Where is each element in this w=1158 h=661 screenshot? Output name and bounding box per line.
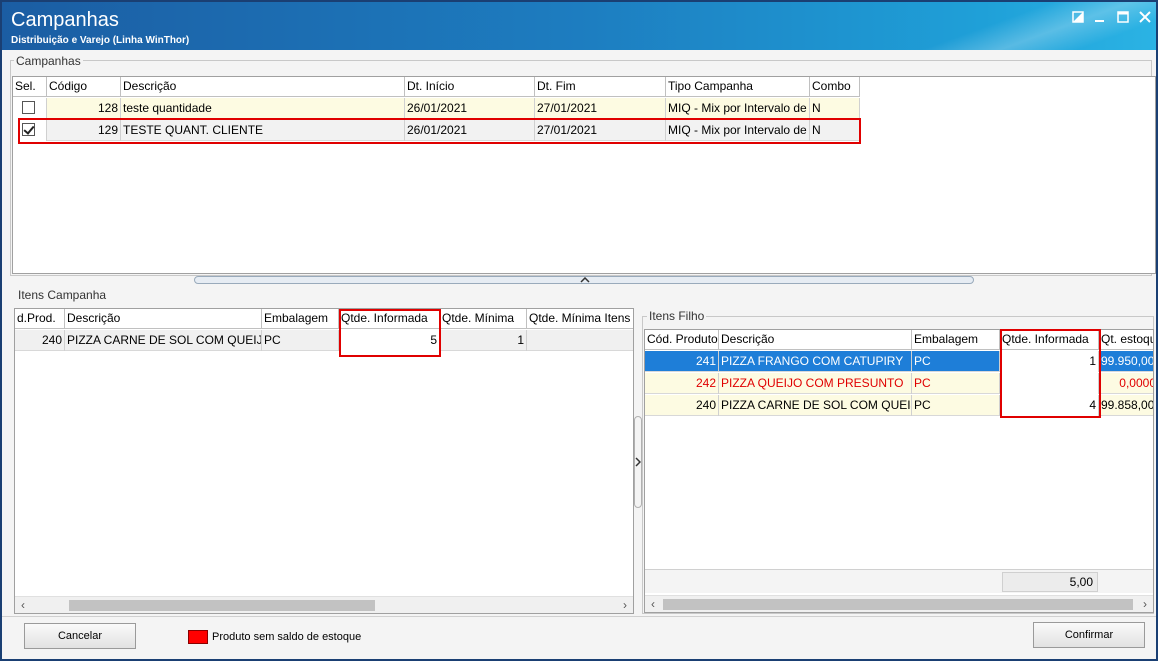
- cell-cod-produto: 241: [645, 351, 719, 372]
- cell-qtde-informada[interactable]: 1: [1000, 351, 1099, 372]
- total-qtde-informada: 5,00: [1002, 572, 1098, 592]
- itens-filho-label: Itens Filho: [647, 309, 707, 323]
- itens-campanha-label: Itens Campanha: [16, 288, 109, 302]
- cell-embalagem: PC: [912, 373, 1000, 394]
- table-row[interactable]: 128 teste quantidade 26/01/2021 27/01/20…: [13, 98, 860, 119]
- row-checkbox-cell[interactable]: [13, 120, 47, 141]
- footer-divider: [2, 616, 1156, 617]
- confirm-button[interactable]: Confirmar: [1033, 622, 1145, 648]
- col-combo[interactable]: Combo: [810, 77, 860, 97]
- cell-qt-estoque: 99.950,00: [1099, 351, 1153, 372]
- cell-descricao: teste quantidade: [121, 98, 405, 119]
- table-row-selected[interactable]: 241 PIZZA FRANGO COM CATUPIRY PC 1 99.95…: [645, 351, 1153, 372]
- cell-qtde-informada[interactable]: 4: [1000, 395, 1099, 416]
- cell-qtde-informada[interactable]: [1000, 373, 1099, 394]
- campanhas-grid: Sel. Código Descrição Dt. Início Dt. Fim…: [12, 76, 1156, 274]
- col-descricao[interactable]: Descrição: [121, 77, 405, 97]
- cell-descricao: TESTE QUANT. CLIENTE: [121, 120, 405, 141]
- maximize-icon[interactable]: [1115, 10, 1131, 26]
- cell-combo: N: [810, 98, 860, 119]
- cell-cod-produto: 240: [645, 395, 719, 416]
- checkbox[interactable]: [22, 101, 35, 114]
- col-descricao[interactable]: Descrição: [65, 309, 262, 329]
- col-qtde-minima-itens[interactable]: Qtde. Mínima Itens: [527, 309, 633, 329]
- cell-codigo: 129: [47, 120, 121, 141]
- cell-tipo: MIQ - Mix por Intervalo de: [666, 98, 810, 119]
- col-embalagem[interactable]: Embalagem: [912, 330, 1000, 350]
- window-title: Campanhas: [11, 9, 119, 31]
- itens-campanha-grid: d.Prod. Descrição Embalagem Qtde. Inform…: [14, 308, 634, 614]
- cell-qtde-minima: 1: [440, 330, 527, 351]
- cell-dt-inicio: 26/01/2021: [405, 98, 535, 119]
- cell-qtde-informada[interactable]: 5: [339, 330, 440, 351]
- table-row[interactable]: 242 PIZZA QUEIJO COM PRESUNTO PC 0,0000: [645, 373, 1153, 394]
- cell-cod-prod: 240: [15, 330, 65, 351]
- row-checkbox-cell[interactable]: [13, 98, 47, 119]
- chevron-left-icon[interactable]: ‹: [15, 597, 31, 613]
- table-row[interactable]: 240 PIZZA CARNE DE SOL COM QUEIJO PC 5 1: [15, 330, 633, 351]
- itens-campanha-scrollbar[interactable]: ‹ ›: [15, 596, 633, 613]
- vertical-splitter[interactable]: [634, 416, 642, 508]
- chevron-up-icon: [580, 277, 590, 283]
- cell-codigo: 128: [47, 98, 121, 119]
- chevron-right-icon[interactable]: ›: [617, 597, 633, 613]
- table-row[interactable]: 240 PIZZA CARNE DE SOL COM QUEIJO PC 4 9…: [645, 395, 1153, 416]
- cell-dt-fim: 27/01/2021: [535, 98, 666, 119]
- cell-descricao: PIZZA CARNE DE SOL COM QUEIJO: [719, 395, 912, 416]
- cell-qt-estoque: 0,0000: [1099, 373, 1153, 394]
- col-qtde-informada[interactable]: Qtde. Informada: [339, 309, 440, 329]
- col-qt-estoque[interactable]: Qt. estoque: [1099, 330, 1153, 350]
- col-cod-prod[interactable]: d.Prod.: [15, 309, 65, 329]
- minimize-icon[interactable]: [1092, 10, 1108, 26]
- horizontal-splitter[interactable]: [194, 276, 974, 284]
- cell-combo: N: [810, 120, 860, 141]
- col-descricao[interactable]: Descrição: [719, 330, 912, 350]
- cell-descricao: PIZZA CARNE DE SOL COM QUEIJO: [65, 330, 262, 351]
- col-qtde-minima[interactable]: Qtde. Mínima: [440, 309, 527, 329]
- cell-embalagem: PC: [262, 330, 339, 351]
- col-cod-produto[interactable]: Cód. Produto: [645, 330, 719, 350]
- legend-label: Produto sem saldo de estoque: [212, 631, 362, 643]
- cell-qtde-minima-itens: [527, 330, 633, 351]
- table-row[interactable]: 129 TESTE QUANT. CLIENTE 26/01/2021 27/0…: [13, 120, 860, 141]
- legend-red-swatch: [188, 630, 208, 644]
- col-dt-fim[interactable]: Dt. Fim: [535, 77, 666, 97]
- chevron-left-icon[interactable]: ‹: [645, 596, 661, 612]
- chevron-right-icon: [635, 457, 641, 467]
- title-bar: Campanhas Distribuição e Varejo (Linha W…: [2, 2, 1156, 50]
- campanhas-window: Campanhas Distribuição e Varejo (Linha W…: [0, 0, 1158, 661]
- itens-filho-grid: Cód. Produto Descrição Embalagem Qtde. I…: [644, 329, 1154, 613]
- col-dt-inicio[interactable]: Dt. Início: [405, 77, 535, 97]
- itens-campanha-header: d.Prod. Descrição Embalagem Qtde. Inform…: [15, 309, 633, 329]
- cell-qt-estoque: 99.858,00: [1099, 395, 1153, 416]
- cell-descricao: PIZZA QUEIJO COM PRESUNTO: [719, 373, 912, 394]
- itens-filho-header: Cód. Produto Descrição Embalagem Qtde. I…: [645, 330, 1153, 350]
- scrollbar-thumb[interactable]: [663, 599, 1133, 610]
- chevron-right-icon[interactable]: ›: [1137, 596, 1153, 612]
- window-subtitle: Distribuição e Varejo (Linha WinThor): [11, 35, 190, 46]
- cell-embalagem: PC: [912, 351, 1000, 372]
- campanhas-group-label: Campanhas: [14, 54, 83, 68]
- cell-tipo: MIQ - Mix por Intervalo de: [666, 120, 810, 141]
- col-tipo-campanha[interactable]: Tipo Campanha: [666, 77, 810, 97]
- campanhas-grid-header: Sel. Código Descrição Dt. Início Dt. Fim…: [13, 77, 860, 97]
- col-sel[interactable]: Sel.: [13, 77, 47, 97]
- itens-filho-scrollbar[interactable]: ‹ ›: [645, 595, 1153, 612]
- cell-descricao: PIZZA FRANGO COM CATUPIRY: [719, 351, 912, 372]
- cell-dt-fim: 27/01/2021: [535, 120, 666, 141]
- close-icon[interactable]: [1137, 10, 1153, 26]
- cell-embalagem: PC: [912, 395, 1000, 416]
- cell-cod-produto: 242: [645, 373, 719, 394]
- col-embalagem[interactable]: Embalagem: [262, 309, 339, 329]
- scrollbar-thumb[interactable]: [69, 600, 375, 611]
- checkbox-checked[interactable]: [22, 123, 35, 136]
- restore-icon[interactable]: [1070, 10, 1086, 26]
- cell-dt-inicio: 26/01/2021: [405, 120, 535, 141]
- cancel-button[interactable]: Cancelar: [24, 623, 136, 649]
- col-codigo[interactable]: Código: [47, 77, 121, 97]
- col-qtde-informada[interactable]: Qtde. Informada: [1000, 330, 1099, 350]
